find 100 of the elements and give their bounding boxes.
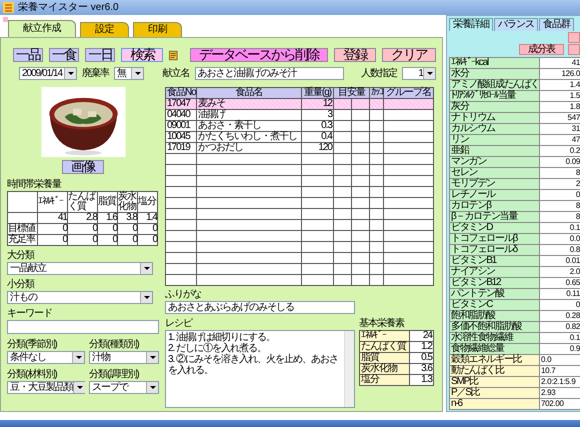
row-header: 穀類エネルギー比 — [450, 354, 540, 366]
row-header — [8, 212, 38, 224]
row-header: β－カロテン当量 — [450, 212, 540, 222]
row-header: 炭水化物 — [360, 364, 410, 374]
table-cell: 0 — [98, 234, 118, 246]
row-header: セレン — [450, 168, 540, 178]
row-header: トコフェロールδ — [450, 244, 540, 256]
table-row[interactable]: 17047 麦みそ 12 — [166, 98, 434, 110]
mode-button[interactable]: 一食 — [49, 48, 80, 62]
table-cell: 0.5 — [410, 352, 434, 364]
table-cell: 1.6 — [98, 212, 118, 224]
table-cell: 17019 — [166, 142, 196, 154]
table-row[interactable]: 04040 油揚げ 3 — [166, 110, 434, 120]
table-cell: かつおだし — [196, 142, 302, 154]
waste-rate-dropdown[interactable]: 無 — [114, 67, 144, 80]
mode-button[interactable]: 一品 — [13, 48, 44, 62]
row-header: 亜鉛 — [450, 146, 540, 156]
scrollbar[interactable] — [344, 331, 354, 407]
recipe-label: レシピ — [165, 318, 194, 330]
table-row[interactable]: 10045 かたくちいわし・煮干し 0.4 — [166, 132, 434, 142]
table-cell: 0 — [118, 234, 138, 246]
section-title: 時間帯栄養量 — [7, 179, 62, 191]
table-cell: 3 — [302, 110, 334, 120]
row-header: P／S比 — [450, 388, 540, 398]
column-header: たんぱく質 — [68, 192, 98, 212]
clear-button[interactable]: クリア — [382, 48, 436, 62]
row-header: アミノ酸組成たんぱく — [450, 80, 540, 90]
column-header: 食品No — [166, 88, 196, 98]
menu-name-field[interactable]: あおさと油揚げのみそ汁 — [194, 67, 344, 80]
table-row[interactable]: 17019 かつおだし 120 — [166, 142, 434, 154]
row-header: たんぱく質 — [360, 342, 410, 352]
row-header: カロテンβ — [450, 200, 540, 212]
tab[interactable]: 設定 — [80, 22, 129, 37]
row-header: 水分 — [450, 68, 540, 80]
classification-dropdown[interactable]: スープで — [89, 381, 159, 394]
table-cell: 油揚げ — [196, 110, 302, 120]
table-cell: 10045 — [166, 132, 196, 142]
column-header: グループ名 — [384, 88, 434, 98]
row-header: 灰分 — [450, 102, 540, 112]
classification-dropdown[interactable]: 汁物 — [89, 351, 159, 364]
table-cell: 0 — [68, 224, 98, 234]
table-cell: 17047 — [166, 98, 196, 110]
tab[interactable]: 献立作成 — [8, 20, 76, 37]
category-label: 大分類 — [7, 250, 36, 262]
table-cell: 1.2 — [410, 342, 434, 352]
save-button[interactable]: 登録 — [334, 48, 376, 62]
table-cell: 09001 — [166, 120, 196, 132]
table-cell: かたくちいわし・煮干し — [196, 132, 302, 142]
category-dropdown[interactable]: 一品献立 — [7, 262, 153, 275]
table-cell: 0 — [38, 234, 68, 246]
furigana-field[interactable]: あおさとあぶらあげのみそしる — [165, 301, 355, 314]
column-header: 炭水化物 — [118, 192, 138, 212]
servings-label: 人数指定 — [361, 68, 398, 80]
row-header: ｴﾈﾙｷﾞｰkcal — [450, 58, 540, 68]
classification-dropdown[interactable]: 豆・大豆製品類 — [7, 381, 85, 394]
keyword-field[interactable] — [7, 320, 159, 334]
tab[interactable]: バランス — [494, 18, 538, 31]
row-header: 塩分 — [360, 374, 410, 386]
waste-rate-label: 廃棄率 — [82, 68, 109, 80]
row-header: ナトリウム — [450, 112, 540, 124]
table-row[interactable]: 09001 あおさ・素干し 0.3 — [166, 120, 434, 132]
row-header: マンガン — [450, 156, 540, 168]
category-label: 小分類 — [7, 279, 36, 291]
recipe-field[interactable]: 1. 油揚げは細切りにする。 2. だしに①を入れ煮る。 3. ②にみそを溶き入れ、火を止め、あおさを入れる。 — [165, 330, 355, 408]
table-cell: 0 — [138, 224, 158, 234]
row-header: ビタミンC — [450, 300, 540, 310]
image-button[interactable]: 画像 — [62, 160, 104, 174]
table-cell: 24 — [410, 330, 434, 342]
category-dropdown[interactable]: 汁もの — [7, 291, 153, 304]
mode-button[interactable]: 一日 — [85, 48, 116, 62]
table-cell: 2.8 — [68, 212, 98, 224]
delete-button[interactable]: データベースから削除 — [190, 48, 328, 62]
row-header: パントテン酸 — [450, 288, 540, 300]
table-cell: 麦みそ — [196, 98, 302, 110]
table-cell: 12 — [302, 98, 334, 110]
row-header: ﾄﾘｱｼﾙｸﾞﾘｾﾛｰﾙ当量 — [450, 90, 540, 102]
table-cell: 0 — [118, 224, 138, 234]
classification-label: 分類(材料別) — [7, 369, 58, 381]
classification-label: 分類(調理別) — [89, 369, 140, 381]
tab[interactable]: 印刷 — [133, 22, 182, 37]
table-cell — [8, 192, 38, 212]
classification-dropdown[interactable]: 条件なし — [7, 351, 85, 364]
table-cell: 0 — [98, 224, 118, 234]
table-cell: 3.8 — [118, 212, 138, 224]
tab[interactable]: 食品群 — [539, 18, 574, 31]
table-button[interactable]: 成分表 — [519, 44, 564, 55]
blank-button[interactable] — [568, 44, 580, 55]
table-cell: 0 — [138, 234, 158, 246]
date-dropdown[interactable]: 2009/01/14 — [19, 67, 77, 80]
keyword-label: キーワード — [7, 308, 53, 320]
servings-dropdown[interactable]: 1 — [402, 67, 436, 80]
blank-button[interactable] — [568, 32, 580, 43]
list-icon[interactable] — [169, 50, 178, 60]
marker-icon — [3, 17, 8, 22]
search-button[interactable]: 検索 — [121, 48, 164, 62]
row-header: 食物繊維総量 — [450, 344, 540, 354]
row-header: ビタミンB1 — [450, 256, 540, 266]
menu-name-label: 献立名 — [162, 68, 190, 80]
tab[interactable]: 栄養詳細 — [449, 18, 493, 31]
column-header: 塩分 — [138, 192, 158, 212]
